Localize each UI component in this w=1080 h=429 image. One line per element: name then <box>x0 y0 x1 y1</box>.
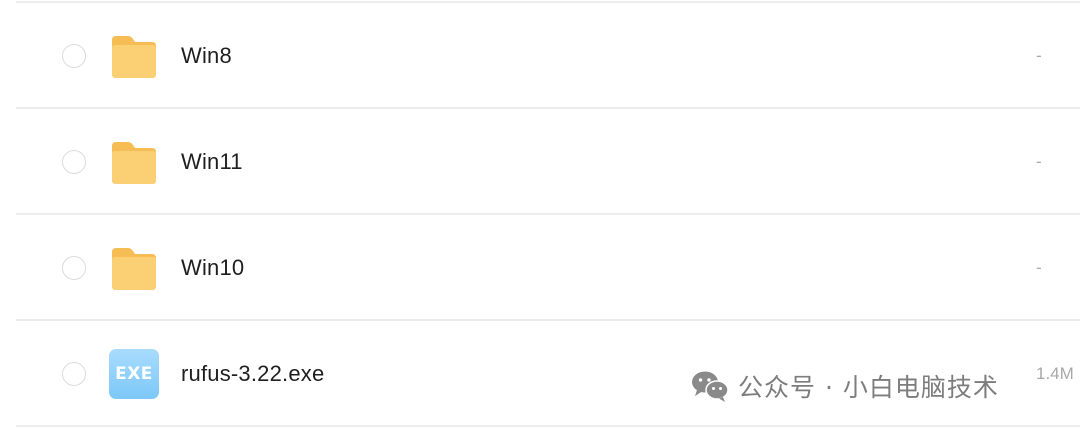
select-radio[interactable] <box>62 150 86 174</box>
file-size: - <box>1036 46 1042 65</box>
file-row-win11[interactable]: Win11 - <box>0 109 1080 213</box>
file-size: 1.4M <box>1036 364 1074 383</box>
file-name[interactable]: Win10 <box>181 253 244 283</box>
file-size: - <box>1036 152 1042 171</box>
wechat-icon <box>692 371 729 402</box>
exe-icon-label: EXE <box>115 364 153 384</box>
file-size: - <box>1036 258 1042 277</box>
file-name[interactable]: Win11 <box>181 147 243 177</box>
folder-icon <box>112 36 156 78</box>
watermark-text: 公众号 · 小白电脑技术 <box>738 373 999 402</box>
file-row-win8[interactable]: Win8 - <box>0 3 1080 107</box>
folder-icon <box>112 248 156 290</box>
exe-file-icon: EXE <box>109 349 159 399</box>
file-row-win10[interactable]: Win10 - <box>0 215 1080 319</box>
folder-icon <box>112 142 156 184</box>
select-radio[interactable] <box>62 44 86 68</box>
select-radio[interactable] <box>62 362 86 386</box>
file-name[interactable]: rufus-3.22.exe <box>181 359 324 389</box>
select-radio[interactable] <box>62 256 86 280</box>
file-name[interactable]: Win8 <box>181 41 232 71</box>
watermark: 公众号 · 小白电脑技术 <box>690 364 999 408</box>
divider <box>16 425 1080 427</box>
file-list: Win8 - Win11 - Win10 - EXE rufus-3.22.ex… <box>0 0 1080 429</box>
